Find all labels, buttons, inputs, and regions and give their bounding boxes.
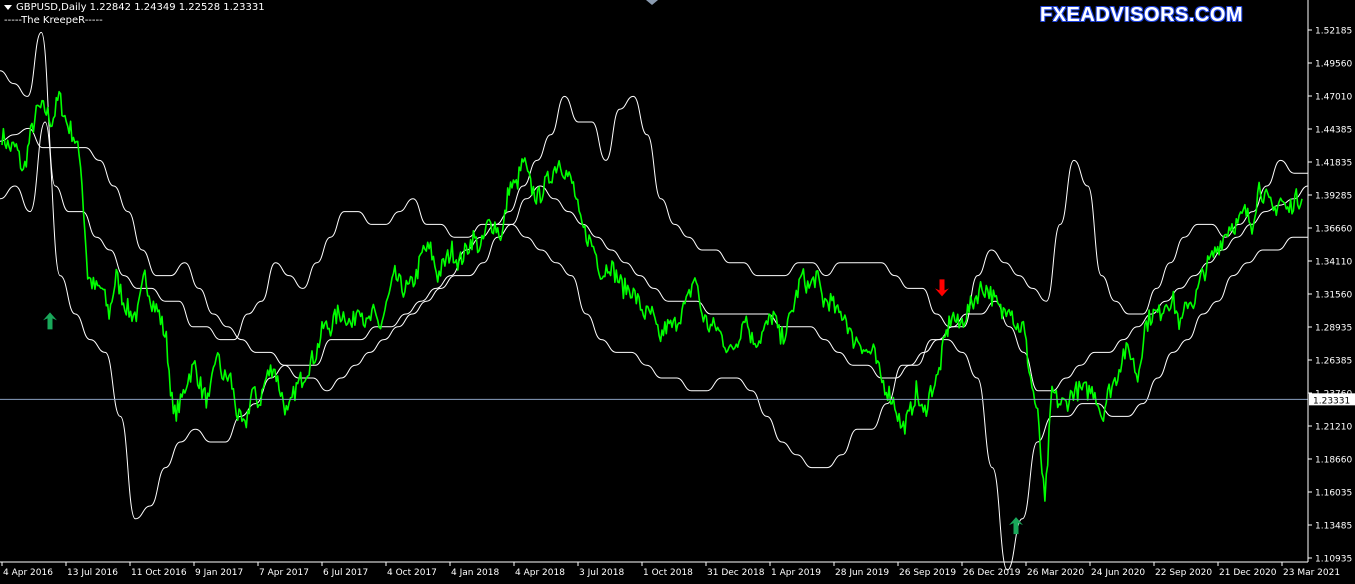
time-tick-label: 7 Apr 2017 xyxy=(259,568,309,578)
time-tick-label: 26 Mar 2020 xyxy=(1027,568,1084,578)
time-tick-label: 22 Sep 2020 xyxy=(1155,568,1212,578)
time-tick-label: 26 Sep 2019 xyxy=(899,568,956,578)
price-tick-label: 1.49560 xyxy=(1315,60,1352,70)
price-tick-label: 1.13485 xyxy=(1315,522,1352,532)
time-tick-label: 3 Jul 2018 xyxy=(579,568,624,578)
indicator-name: -----The KreepeR----- xyxy=(4,15,103,26)
chart-shift-marker-icon[interactable] xyxy=(646,0,658,5)
price-tick-label: 1.21210 xyxy=(1315,423,1352,433)
time-tick-label: 1 Apr 2019 xyxy=(771,568,821,578)
time-tick-label: 23 Mar 2021 xyxy=(1283,568,1340,578)
price-tick-label: 1.41835 xyxy=(1315,159,1352,169)
time-tick-label: 6 Jul 2017 xyxy=(323,568,368,578)
time-tick-label: 4 Oct 2017 xyxy=(387,568,437,578)
time-tick-label: 1 Oct 2018 xyxy=(643,568,693,578)
time-tick-label: 21 Dec 2020 xyxy=(1219,568,1277,578)
price-tick-label: 1.26385 xyxy=(1315,357,1352,367)
symbol-info: GBPUSD,Daily 1.22842 1.24349 1.22528 1.2… xyxy=(4,2,265,13)
price-tick-label: 1.44385 xyxy=(1315,126,1352,136)
price-tick-label: 1.18660 xyxy=(1315,456,1352,466)
time-tick-label: 4 Apr 2018 xyxy=(515,568,565,578)
price-tick-label: 1.16035 xyxy=(1315,489,1352,499)
time-tick-label: 24 Jun 2020 xyxy=(1091,568,1145,578)
price-chart[interactable]: 1.23331 1.521851.495601.470101.443851.41… xyxy=(0,0,1355,584)
dropdown-triangle-icon[interactable] xyxy=(4,4,12,10)
time-tick-label: 4 Apr 2016 xyxy=(3,568,53,578)
time-tick-label: 28 Jun 2019 xyxy=(835,568,889,578)
time-tick-label: 11 Oct 2016 xyxy=(131,568,187,578)
price-tick-label: 1.28935 xyxy=(1315,324,1352,334)
price-tick-label: 1.10935 xyxy=(1315,555,1352,565)
time-tick-label: 26 Dec 2019 xyxy=(963,568,1021,578)
time-tick-label: 13 Jul 2016 xyxy=(67,568,118,578)
symbol-ohlc-text: GBPUSD,Daily 1.22842 1.24349 1.22528 1.2… xyxy=(16,2,265,13)
price-tick-label: 1.39285 xyxy=(1315,192,1352,202)
price-tick-label: 1.52185 xyxy=(1315,27,1352,37)
price-tick-label: 1.34110 xyxy=(1315,258,1352,268)
time-tick-label: 31 Dec 2018 xyxy=(707,568,765,578)
price-tick-label: 1.36660 xyxy=(1315,225,1352,235)
price-tick-label: 1.23760 xyxy=(1315,390,1352,400)
price-tick-label: 1.31560 xyxy=(1315,291,1352,301)
brand-watermark: FXEADVISORS.COM xyxy=(1040,4,1244,26)
time-tick-label: 4 Jan 2018 xyxy=(451,568,499,578)
time-tick-label: 9 Jan 2017 xyxy=(195,568,243,578)
price-tick-label: 1.47010 xyxy=(1315,93,1352,103)
